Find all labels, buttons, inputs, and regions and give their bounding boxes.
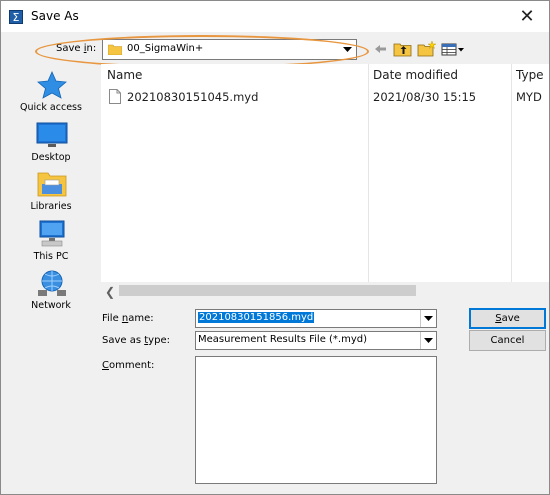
sigma-app-icon: Σ <box>9 10 23 24</box>
star-icon <box>37 71 67 99</box>
chevron-down-icon <box>424 316 433 321</box>
save-in-value: 00_SigmaWin+ <box>127 43 204 54</box>
scroll-left-icon[interactable]: ❮ <box>105 285 115 299</box>
file-name-input[interactable]: 20210830151856.myd <box>195 309 437 328</box>
file-row[interactable]: 20210830151045.myd 2021/08/30 15:15 MYD <box>107 88 547 106</box>
place-network[interactable]: Network <box>6 267 96 315</box>
save-button[interactable]: Save <box>469 308 546 329</box>
svg-text:Σ: Σ <box>13 11 20 24</box>
window-title: Save As <box>31 9 79 23</box>
computer-icon <box>39 220 65 247</box>
chevron-down-icon <box>343 47 352 52</box>
save-as-dialog: Σ Save As ✕ Save in: 00_SigmaWin+ Quick … <box>0 0 550 495</box>
view-menu-icon[interactable] <box>441 40 465 58</box>
chevron-down-icon <box>424 338 433 343</box>
libraries-icon <box>37 172 67 197</box>
save-as-type-label: Save as type: <box>102 335 170 346</box>
save-as-type-dropdown-arrow[interactable] <box>420 332 436 349</box>
cancel-button[interactable]: Cancel <box>469 330 546 351</box>
file-name-label: File name: <box>102 313 154 324</box>
column-header-date[interactable]: Date modified <box>373 68 458 82</box>
horizontal-scrollbar[interactable]: ❮ <box>101 282 549 299</box>
place-label: Quick access <box>20 102 82 113</box>
place-desktop[interactable]: Desktop <box>6 119 96 167</box>
place-label: This PC <box>33 251 69 262</box>
places-bar: Quick access Desktop Libraries This PC N… <box>6 64 96 311</box>
save-in-dropdown[interactable]: 00_SigmaWin+ <box>102 39 357 60</box>
place-label: Desktop <box>31 152 71 163</box>
back-arrow-icon[interactable] <box>372 40 388 58</box>
file-name: 20210830151045.myd <box>127 90 259 104</box>
file-name-value[interactable]: 20210830151856.myd <box>198 312 315 323</box>
save-as-type-dropdown[interactable]: Measurement Results File (*.myd) <box>195 331 437 350</box>
place-label: Libraries <box>30 201 72 212</box>
file-list[interactable]: Name Date modified Type 20210830151045.m… <box>101 64 549 299</box>
file-date: 2021/08/30 15:15 <box>373 90 477 104</box>
title-bar: Σ Save As ✕ <box>1 1 549 32</box>
file-icon <box>109 89 121 104</box>
save-as-type-value: Measurement Results File (*.myd) <box>198 334 368 345</box>
save-in-label: Save in: <box>56 43 97 54</box>
comment-textarea[interactable] <box>195 356 437 484</box>
column-header-name[interactable]: Name <box>107 68 142 82</box>
up-folder-icon[interactable] <box>393 40 413 58</box>
new-folder-icon[interactable] <box>417 40 437 58</box>
close-button[interactable]: ✕ <box>509 1 545 32</box>
close-icon[interactable]: ✕ <box>519 6 534 27</box>
file-type: MYD <box>516 90 542 104</box>
save-in-dropdown-arrow[interactable] <box>340 41 355 58</box>
column-header-type[interactable]: Type <box>516 68 544 82</box>
place-this-pc[interactable]: This PC <box>6 218 96 266</box>
folder-icon <box>108 44 122 55</box>
place-libraries[interactable]: Libraries <box>6 168 96 216</box>
place-quick-access[interactable]: Quick access <box>6 69 96 117</box>
place-label: Network <box>31 300 71 311</box>
desktop-icon <box>36 122 68 147</box>
comment-label: Comment: <box>102 360 155 371</box>
network-icon <box>38 270 66 296</box>
file-name-dropdown-arrow[interactable] <box>420 310 436 327</box>
scrollbar-thumb[interactable] <box>119 285 416 296</box>
